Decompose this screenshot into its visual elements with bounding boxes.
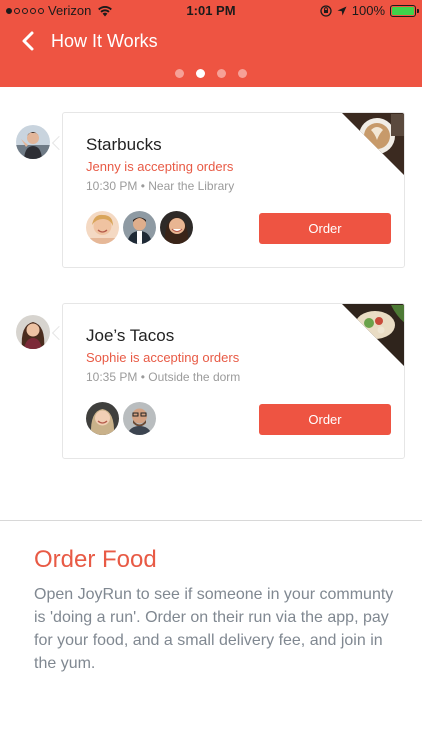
coffee-image — [341, 113, 404, 176]
rotation-lock-icon — [320, 4, 332, 17]
run-meta: 10:35 PM • Outside the dorm — [86, 370, 241, 384]
run-card[interactable]: Starbucks Jenny is accepting orders 10:3… — [62, 112, 405, 268]
run-status: Sophie is accepting orders — [86, 350, 240, 365]
runner-avatar — [16, 125, 50, 159]
run-title: Starbucks — [86, 135, 162, 154]
run-status: Jenny is accepting orders — [86, 159, 234, 174]
navigation-bar: How It Works — [0, 22, 422, 62]
participant-avatar — [86, 402, 119, 435]
battery-icon — [390, 4, 419, 17]
header-bar: Verizon 1:01 PM 100% How It Works — [0, 0, 422, 87]
participant-avatar — [123, 211, 156, 244]
run-meta: 10:30 PM • Near the Library — [86, 179, 235, 193]
page-dot[interactable] — [175, 69, 184, 78]
section-title: Order Food — [34, 546, 157, 573]
chevron-left-icon[interactable] — [18, 30, 40, 52]
page-dot[interactable] — [238, 69, 247, 78]
participant-avatar — [123, 402, 156, 435]
order-button[interactable]: Order — [259, 213, 391, 244]
status-right: 100% — [320, 3, 419, 18]
participant-avatars — [86, 402, 156, 435]
participant-avatars — [86, 211, 193, 244]
page-dot[interactable] — [217, 69, 226, 78]
participant-avatar — [160, 211, 193, 244]
order-button[interactable]: Order — [259, 404, 391, 435]
run-title: Joe’s Tacos — [86, 326, 175, 345]
section-divider — [0, 520, 422, 521]
battery-percent: 100% — [351, 3, 385, 18]
location-arrow-icon — [337, 6, 347, 15]
runner-avatar — [16, 315, 50, 349]
page-title: How It Works — [51, 31, 158, 51]
run-card[interactable]: Joe’s Tacos Sophie is accepting orders 1… — [62, 303, 405, 459]
status-bar: Verizon 1:01 PM 100% — [0, 0, 422, 22]
participant-avatar — [86, 211, 119, 244]
taco-image — [341, 304, 404, 367]
section-description: Open JoyRun to see if someone in your co… — [34, 586, 394, 672]
page-indicator — [0, 69, 422, 78]
page-dot-active[interactable] — [196, 69, 205, 78]
